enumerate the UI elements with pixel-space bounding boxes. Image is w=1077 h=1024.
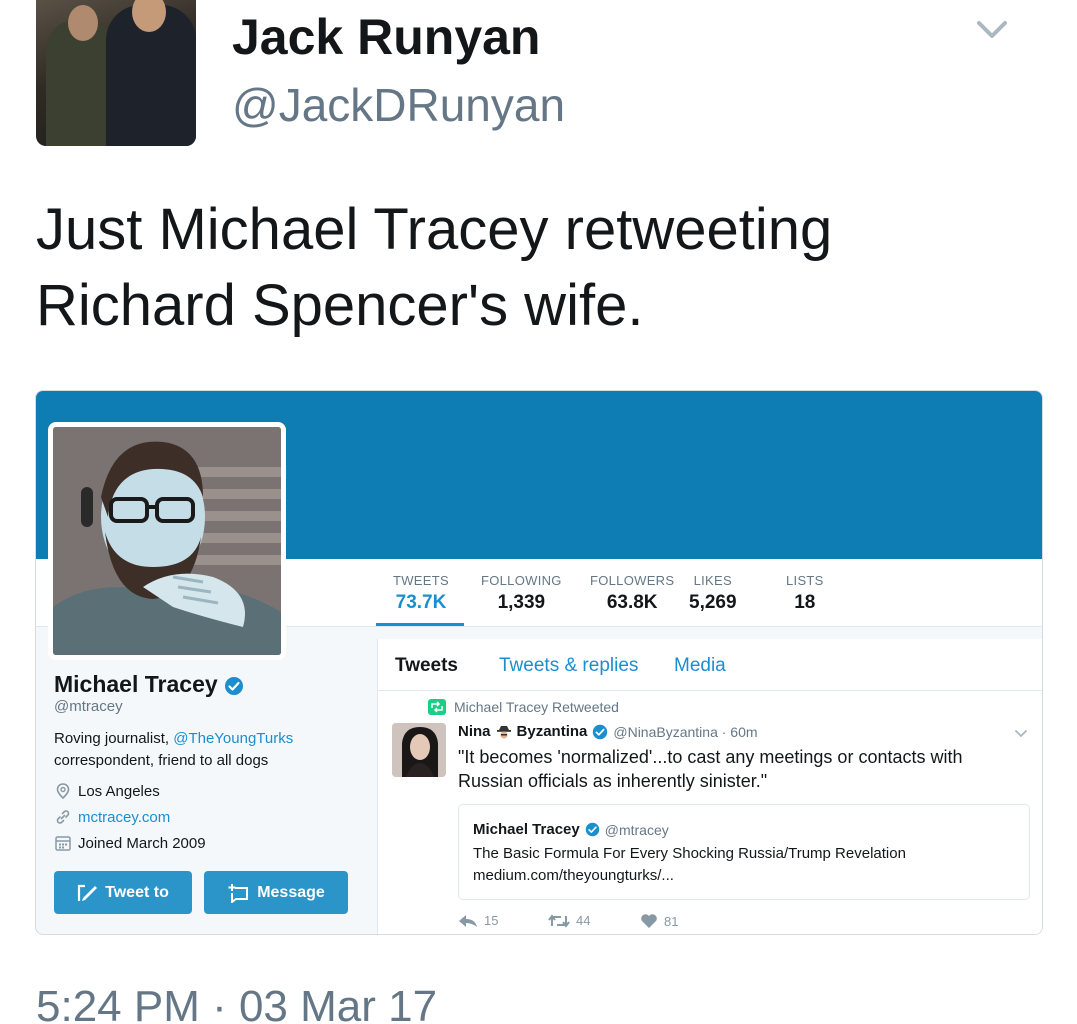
reply-action[interactable]: 15: [458, 913, 498, 928]
profile-name[interactable]: Michael Tracey: [54, 671, 244, 698]
stat-following[interactable]: FOLLOWING 1,339: [481, 573, 562, 614]
embedded-screenshot: TWEETS 73.7K FOLLOWING 1,339 FOLLOWERS 6…: [35, 390, 1043, 935]
stat-label: FOLLOWING: [481, 573, 562, 588]
like-count: 81: [664, 913, 679, 929]
chevron-down-icon[interactable]: [975, 18, 1009, 42]
inner-author-last[interactable]: Byzantina: [517, 723, 588, 740]
inner-author-first[interactable]: Nina: [458, 723, 491, 740]
inner-tweet-text: "It becomes 'normalized'...to cast any m…: [458, 747, 963, 791]
bio-mention-link[interactable]: @TheYoungTurks: [173, 730, 293, 747]
profile-name-text: Michael Tracey: [54, 671, 218, 697]
tweet-to-button[interactable]: Tweet to: [54, 871, 192, 914]
quote-header: Michael Tracey @mtracey: [473, 821, 669, 838]
link-icon: [56, 810, 70, 824]
retweet-context: Michael Tracey Retweeted: [428, 699, 619, 715]
stat-value: 5,269: [689, 592, 737, 613]
verified-badge-icon: [585, 822, 599, 837]
profile-avatar[interactable]: [48, 422, 286, 660]
tweet-text: Just Michael Tracey retweeting Richard S…: [36, 197, 833, 338]
retweet-action[interactable]: 44: [548, 913, 590, 928]
stat-value: 18: [794, 592, 816, 613]
bio-suffix: correspondent, friend to all dogs: [54, 752, 269, 769]
profile-handle[interactable]: @mtracey: [54, 698, 123, 715]
compose-icon: [78, 884, 98, 901]
tab-tweets[interactable]: Tweets: [395, 655, 458, 677]
retweet-count: 44: [576, 913, 591, 928]
retweet-badge-icon: [428, 699, 446, 715]
verified-badge-icon: [593, 724, 608, 739]
message-button[interactable]: Message: [204, 871, 348, 914]
website-link[interactable]: mctracey.com: [78, 809, 170, 826]
timeline-tabs: Tweets Tweets & replies Media: [378, 639, 1042, 691]
stat-value: 73.7K: [395, 592, 447, 613]
stat-value: 63.8K: [606, 592, 658, 613]
tab-media[interactable]: Media: [674, 655, 726, 677]
heart-icon: [641, 914, 657, 928]
stat-label: LISTS: [786, 573, 824, 588]
location-text: Los Angeles: [78, 782, 160, 800]
quote-author-name: Michael Tracey: [473, 821, 580, 838]
inner-author-handle-time[interactable]: @NinaByzantina · 60m: [613, 724, 757, 740]
quote-text: The Basic Formula For Every Shocking Rus…: [473, 845, 906, 862]
avatar-face-left: [68, 5, 98, 41]
location-pin-icon: [56, 783, 70, 800]
tab-tweets-replies[interactable]: Tweets & replies: [499, 655, 638, 677]
retweet-context-text: Michael Tracey Retweeted: [454, 699, 619, 715]
stat-likes[interactable]: LIKES 5,269: [689, 573, 737, 614]
joined-text: Joined March 2009: [78, 834, 206, 852]
portrait-illustration: [53, 427, 281, 655]
stat-followers[interactable]: FOLLOWERS 63.8K: [590, 573, 674, 614]
stat-label: LIKES: [693, 573, 732, 588]
calendar-icon: [55, 836, 71, 851]
stat-label: FOLLOWERS: [590, 573, 675, 588]
message-plus-icon: [228, 883, 249, 903]
outer-avatar[interactable]: [36, 0, 196, 146]
stat-lists[interactable]: LISTS 18: [786, 573, 824, 614]
inner-author-avatar[interactable]: [392, 723, 446, 777]
active-tab-underline: [376, 623, 464, 626]
outer-author-handle[interactable]: @JackDRunyan: [232, 78, 565, 132]
tweet-timestamp[interactable]: 5:24 PM · 03 Mar 17: [36, 982, 437, 1024]
quoted-tweet-card[interactable]: Michael Tracey @mtracey The Basic Formul…: [458, 804, 1030, 900]
like-action[interactable]: 81: [640, 913, 678, 929]
inner-avatar-photo: [392, 723, 446, 777]
reply-count: 15: [484, 913, 499, 928]
bio-prefix: Roving journalist,: [54, 730, 174, 747]
retweet-icon: [548, 913, 570, 928]
verified-badge-icon: [225, 676, 244, 695]
reply-icon: [459, 914, 477, 927]
quote-author-handle: @mtracey: [604, 821, 669, 838]
spy-emoji-icon: [496, 725, 511, 738]
message-label: Message: [257, 883, 325, 901]
timeline-panel: Tweets Tweets & replies Media Michael Tr…: [377, 639, 1042, 934]
inner-tweet-header: Nina Byzantina @NinaByzantina · 60m: [458, 723, 758, 740]
profile-website[interactable]: mctracey.com: [54, 808, 170, 826]
profile-bio: Roving journalist, @TheYoungTurks corres…: [54, 728, 354, 772]
stat-label: TWEETS: [393, 573, 449, 588]
quote-url[interactable]: medium.com/theyoungturks/...: [473, 867, 674, 884]
chevron-down-icon[interactable]: [1014, 729, 1028, 739]
stat-value: 1,339: [497, 592, 546, 613]
outer-author-name[interactable]: Jack Runyan: [232, 8, 540, 66]
profile-location: Los Angeles: [54, 782, 160, 800]
profile-joined: Joined March 2009: [54, 834, 206, 852]
stat-tweets[interactable]: TWEETS 73.7K: [393, 573, 449, 614]
tweet-to-label: Tweet to: [105, 883, 169, 901]
